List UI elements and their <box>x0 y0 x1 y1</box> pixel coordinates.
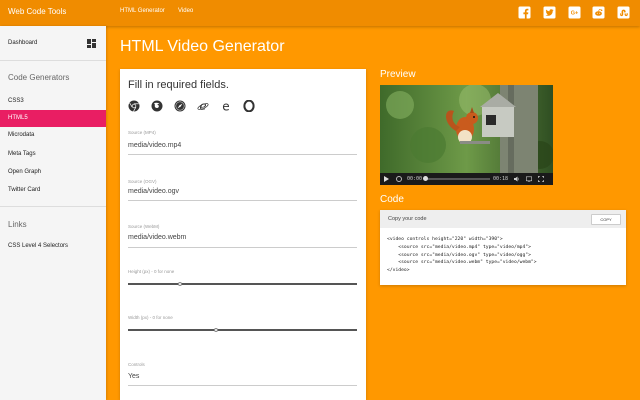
sidebar-item-label: CSS Level 4 Selectors <box>8 243 69 249</box>
source-mp4-label: Source (MP4) <box>128 130 156 135</box>
width-label: Width (px) - 0 for none <box>128 315 173 320</box>
video-preview[interactable]: 00:00 00:18 <box>380 85 553 185</box>
width-slider[interactable] <box>128 328 357 332</box>
code-line: <video controls height="220" width="390"… <box>387 237 503 242</box>
sidebar-item-label: Open Graph <box>8 169 42 175</box>
video-current-time: 00:00 <box>407 176 423 182</box>
code-header-label: Copy your code <box>388 216 427 222</box>
top-bar: Web Code Tools HTML Generator Video G+ <box>0 0 640 26</box>
source-webm-underline <box>128 247 357 248</box>
code-card: Copy your code COPY <video controls heig… <box>380 210 626 285</box>
form-heading: Fill in required fields. <box>128 79 229 91</box>
video-frame-squirrel <box>380 85 553 173</box>
stumbleupon-icon[interactable] <box>617 6 630 19</box>
volume-icon[interactable] <box>514 176 520 182</box>
video-controls: 00:00 00:18 <box>380 173 553 185</box>
code-line: <source src="media/video.mp4" type="vide… <box>387 244 531 250</box>
svg-text:G+: G+ <box>571 11 579 17</box>
loop-icon[interactable] <box>396 176 402 182</box>
sidebar-item-label: CSS3 <box>8 98 24 104</box>
svg-text:e: e <box>199 100 206 112</box>
video-progress-thumb[interactable] <box>423 176 429 181</box>
nav-video[interactable]: Video <box>178 8 193 14</box>
sidebar-heading-links: Links <box>8 220 27 229</box>
sidebar-item-label: Twitter Card <box>8 187 41 193</box>
sidebar-item-open-graph[interactable]: Open Graph <box>0 164 106 181</box>
play-icon[interactable] <box>384 176 389 182</box>
edge-icon: e <box>222 100 229 112</box>
video-progress-bar[interactable] <box>423 176 490 181</box>
sidebar-item-label: Dashboard <box>8 40 38 46</box>
reddit-icon[interactable] <box>592 6 605 19</box>
source-mp4-input[interactable]: media/video.mp4 <box>128 142 181 149</box>
controls-underline <box>128 385 357 386</box>
preview-title: Preview <box>380 69 416 80</box>
sidebar-item-label: Meta Tags <box>8 151 36 157</box>
app-title[interactable]: Web Code Tools <box>8 7 66 16</box>
sidebar-item-dashboard[interactable]: Dashboard <box>0 35 106 52</box>
height-slider[interactable] <box>128 282 357 286</box>
sidebar-heading-generators: Code Generators <box>8 73 70 82</box>
opera-icon <box>243 100 255 112</box>
source-webm-input[interactable]: media/video.webm <box>128 234 186 241</box>
sidebar-link-css-selectors[interactable]: CSS Level 4 Selectors <box>0 238 106 255</box>
nav-html-generator[interactable]: HTML Generator <box>120 8 165 14</box>
sidebar-item-meta-tags[interactable]: Meta Tags <box>0 146 106 163</box>
facebook-icon[interactable] <box>518 6 531 19</box>
code-output[interactable]: <video controls height="220" width="390"… <box>387 236 537 275</box>
dashboard-grid-icon <box>87 39 96 48</box>
sidebar-divider <box>0 206 106 207</box>
source-mp4-underline <box>128 154 357 155</box>
code-line: </video> <box>387 268 410 274</box>
code-title: Code <box>380 194 404 205</box>
width-slider-thumb[interactable] <box>214 328 219 332</box>
sidebar-item-css3[interactable]: CSS3 <box>0 93 106 110</box>
sidebar-item-label: HTML5 <box>8 115 28 121</box>
code-line: <source src="media/video.webm" type="vid… <box>387 260 537 266</box>
twitter-icon[interactable] <box>543 6 556 19</box>
height-slider-thumb[interactable] <box>177 282 182 286</box>
form-card: Fill in required fields. e e Source (MP4… <box>120 69 366 400</box>
google-plus-icon[interactable]: G+ <box>568 6 581 19</box>
chrome-icon <box>128 100 140 112</box>
copy-button[interactable]: COPY <box>591 214 621 225</box>
code-line: <source src="media/video.ogv" type="vide… <box>387 252 531 258</box>
ie-icon: e <box>197 100 209 112</box>
source-webm-label: Source (WebM) <box>128 224 160 229</box>
controls-label: Controls <box>128 362 145 367</box>
sidebar-item-twitter-card[interactable]: Twitter Card <box>0 182 106 199</box>
height-label: Height (px) - 0 for none <box>128 269 175 274</box>
page-title: HTML Video Generator <box>120 38 285 55</box>
sidebar-item-label: Microdata <box>8 132 35 138</box>
code-header: Copy your code COPY <box>380 210 626 228</box>
sidebar: Dashboard Code Generators CSS3 HTML5 Mic… <box>0 26 106 400</box>
firefox-icon <box>151 100 163 112</box>
video-duration: 00:18 <box>493 176 509 182</box>
sidebar-divider <box>0 60 106 61</box>
sidebar-item-html5[interactable]: HTML5 <box>0 110 106 127</box>
source-ogv-label: Source (OGV) <box>128 179 157 184</box>
source-ogv-input[interactable]: media/video.ogv <box>128 188 179 195</box>
controls-select[interactable]: Yes <box>128 373 139 380</box>
safari-icon <box>174 100 186 112</box>
svg-text:e: e <box>222 100 229 112</box>
fullscreen-icon[interactable] <box>538 176 544 182</box>
sidebar-item-microdata[interactable]: Microdata <box>0 127 106 144</box>
source-ogv-underline <box>128 200 357 201</box>
cast-icon[interactable] <box>526 176 532 182</box>
